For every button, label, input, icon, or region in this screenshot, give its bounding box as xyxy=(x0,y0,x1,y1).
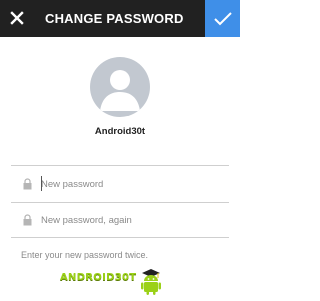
profile-avatar xyxy=(90,57,150,117)
divider xyxy=(11,165,229,166)
confirm-password-input[interactable] xyxy=(41,210,226,230)
android-mascot-graduate-icon xyxy=(141,269,161,295)
close-button[interactable] xyxy=(0,0,34,37)
close-icon xyxy=(10,11,24,25)
checkmark-icon xyxy=(214,12,232,26)
helper-text: Enter your new password twice. xyxy=(21,250,149,260)
top-app-bar: CHANGE PASSWORD xyxy=(0,0,240,37)
watermark-logo: ANDROID30T xyxy=(60,266,180,296)
new-password-input[interactable] xyxy=(41,174,226,194)
confirm-password-field[interactable] xyxy=(11,206,229,234)
divider xyxy=(11,202,229,203)
lock-icon xyxy=(23,214,32,226)
lock-icon xyxy=(23,178,32,190)
new-password-field[interactable] xyxy=(11,170,229,198)
profile-username: Android30t xyxy=(94,126,146,137)
page-title: CHANGE PASSWORD xyxy=(45,11,184,26)
divider xyxy=(11,237,229,238)
text-cursor xyxy=(41,176,42,191)
watermark-text: ANDROID30T xyxy=(60,272,137,283)
confirm-button[interactable] xyxy=(205,0,240,37)
avatar-placeholder-icon xyxy=(100,70,140,111)
